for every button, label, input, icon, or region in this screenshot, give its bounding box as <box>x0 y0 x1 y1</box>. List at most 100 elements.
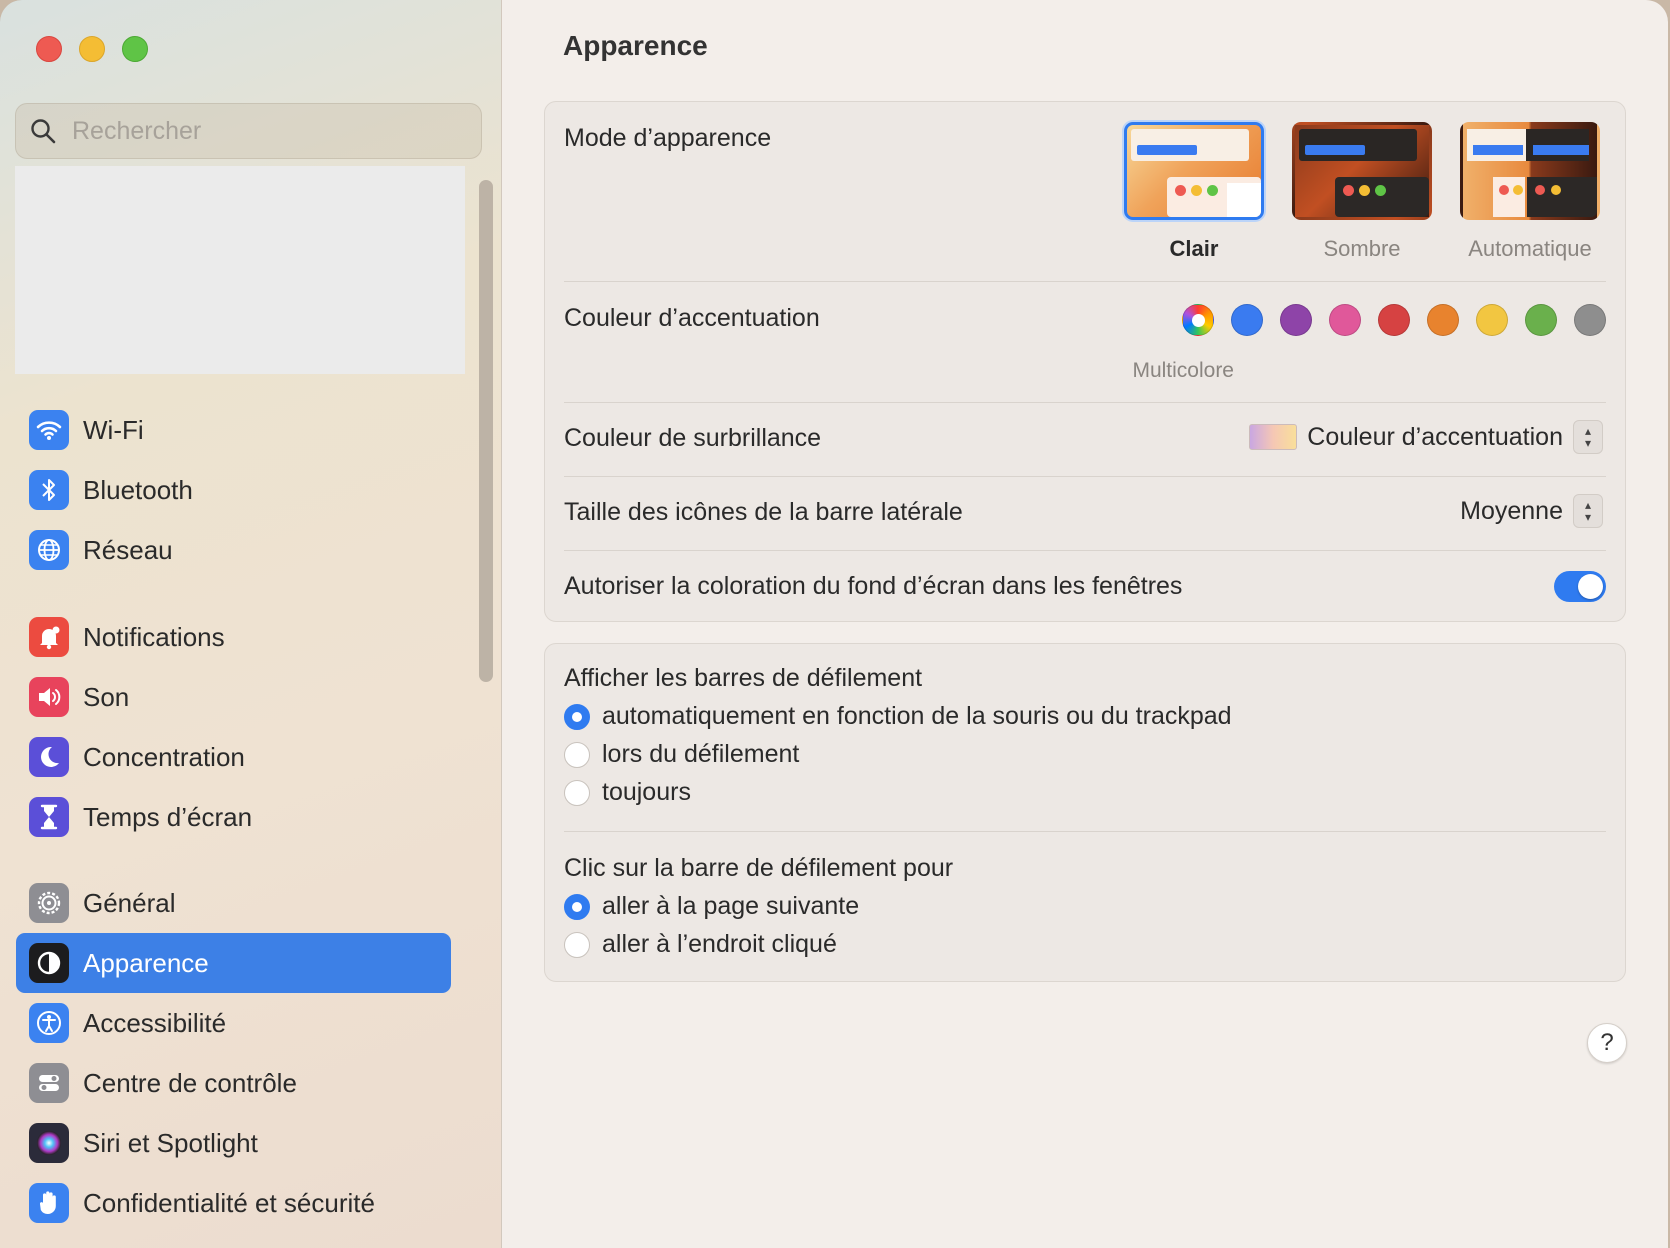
sidebar-item-label: Centre de contrôle <box>83 1067 297 1098</box>
search-field[interactable] <box>15 103 482 159</box>
divider <box>564 831 1606 832</box>
sidebar-icon-size-value: Moyenne <box>1460 496 1563 525</box>
appearance-option-light[interactable]: Clair <box>1121 122 1267 262</box>
radio-label: lors du défilement <box>602 740 800 768</box>
window-controls <box>36 36 148 62</box>
accent-swatch[interactable] <box>1231 304 1263 336</box>
wifi-icon <box>29 410 69 450</box>
radio-label: aller à la page suivante <box>602 892 860 920</box>
hand-icon <box>29 1183 69 1223</box>
radio-label: aller à l’endroit cliqué <box>602 930 837 958</box>
sidebar-item-label: Temps d’écran <box>83 801 253 832</box>
sidebar-item-sound[interactable]: Son <box>16 667 451 727</box>
siri-icon <box>29 1123 69 1163</box>
accent-swatch[interactable] <box>1525 304 1557 336</box>
appearance-mode-label: Mode d’apparence <box>564 124 772 152</box>
page-title: Apparence <box>563 30 708 61</box>
divider <box>564 402 1606 403</box>
sidebar-item-siri-spotlight[interactable]: Siri et Spotlight <box>16 1113 451 1173</box>
sidebar-item-label: Wi-Fi <box>83 414 144 445</box>
sidebar-item-appearance[interactable]: Apparence <box>16 933 451 993</box>
settings-window: Wi-Fi Bluetooth Réseau Notifications <box>0 0 1668 1248</box>
zoom-window-button[interactable] <box>122 36 148 62</box>
radio-button[interactable] <box>564 703 590 730</box>
search-input[interactable] <box>70 115 454 147</box>
sidebar-item-general[interactable]: Général <box>16 873 451 933</box>
radio-scroll-when-scrolling[interactable]: lors du défilement <box>564 740 799 769</box>
account-area[interactable] <box>15 166 465 374</box>
sidebar-item-label: Réseau <box>83 534 173 565</box>
radio-click-spot[interactable]: aller à l’endroit cliqué <box>564 930 837 959</box>
moon-icon <box>29 737 69 777</box>
accent-swatch-multicolor[interactable] <box>1182 304 1214 336</box>
highlight-color-label: Couleur de surbrillance <box>564 424 822 452</box>
sidebar-item-screen-time[interactable]: Temps d’écran <box>16 787 451 847</box>
sidebar-item-privacy-security[interactable]: Confidentialité et sécurité <box>16 1173 451 1233</box>
auto-mode-thumbnail[interactable] <box>1460 122 1600 220</box>
sidebar-item-notifications[interactable]: Notifications <box>16 607 451 667</box>
radio-button[interactable] <box>564 779 590 806</box>
sidebar-item-label: Confidentialité et sécurité <box>83 1187 375 1218</box>
appearance-option-auto[interactable]: Automatique <box>1457 122 1603 262</box>
appearance-option-dark[interactable]: Sombre <box>1289 122 1435 262</box>
scrollbar-settings-group: Afficher les barres de défilement automa… <box>544 643 1626 982</box>
appearance-icon <box>29 943 69 983</box>
content-pane: Apparence Mode d’apparence Clair Sombre … <box>502 0 1668 1248</box>
wallpaper-tinting-toggle[interactable] <box>1554 571 1606 602</box>
sidebar-icon-size-label: Taille des icônes de la barre latérale <box>564 498 963 526</box>
highlight-color-popup[interactable]: Couleur d’accentuation ▴ ▾ <box>1249 420 1603 454</box>
gear-icon <box>29 883 69 923</box>
radio-label: automatiquement en fonction de la souris… <box>602 702 1232 730</box>
radio-click-next-page[interactable]: aller à la page suivante <box>564 892 859 921</box>
radio-scroll-always[interactable]: toujours <box>564 778 691 807</box>
help-button[interactable]: ? <box>1587 1023 1627 1063</box>
accent-swatch[interactable] <box>1378 304 1410 336</box>
radio-button[interactable] <box>564 893 590 920</box>
accent-swatch[interactable] <box>1476 304 1508 336</box>
accessibility-icon <box>29 1003 69 1043</box>
sidebar-item-control-center[interactable]: Centre de contrôle <box>16 1053 451 1113</box>
sidebar-icon-size-popup[interactable]: Moyenne ▴ ▾ <box>1460 494 1603 528</box>
appearance-option-label: Sombre <box>1323 236 1401 261</box>
accent-swatch[interactable] <box>1280 304 1312 336</box>
speaker-icon <box>29 677 69 717</box>
highlight-color-value: Couleur d’accentuation <box>1307 422 1563 451</box>
sidebar-item-bluetooth[interactable]: Bluetooth <box>16 460 451 520</box>
accent-color-row: Couleur d’accentuation Multicolore <box>545 282 1625 402</box>
sidebar-group-network: Wi-Fi Bluetooth Réseau <box>16 400 451 580</box>
minimize-window-button[interactable] <box>79 36 105 62</box>
accent-color-caption: Multicolore <box>1132 359 1234 382</box>
dark-mode-thumbnail[interactable] <box>1292 122 1432 220</box>
sidebar-group-system: Général Apparence Accessibilité Centre d… <box>16 873 451 1233</box>
appearance-option-label: Clair <box>1169 236 1219 261</box>
appearance-settings-group: Mode d’apparence Clair Sombre Automatiqu… <box>544 101 1626 622</box>
light-mode-thumbnail[interactable] <box>1124 122 1264 220</box>
sidebar-item-label: Son <box>83 681 130 712</box>
radio-button[interactable] <box>564 741 590 768</box>
accent-swatch[interactable] <box>1574 304 1606 336</box>
accent-swatch[interactable] <box>1427 304 1459 336</box>
radio-button[interactable] <box>564 931 590 958</box>
chevron-up-down-icon: ▴ ▾ <box>1573 494 1603 528</box>
hourglass-icon <box>29 797 69 837</box>
sidebar: Wi-Fi Bluetooth Réseau Notifications <box>0 0 502 1248</box>
sidebar-item-label: Notifications <box>83 621 225 652</box>
sidebar-item-network[interactable]: Réseau <box>16 520 451 580</box>
sidebar-item-label: Accessibilité <box>83 1007 227 1038</box>
sidebar-item-accessibility[interactable]: Accessibilité <box>16 993 451 1053</box>
accent-swatch[interactable] <box>1329 304 1361 336</box>
sidebar-scrollbar[interactable] <box>479 180 493 682</box>
sidebar-item-label: Bluetooth <box>83 474 193 505</box>
appearance-option-label: Automatique <box>1468 236 1592 261</box>
chevron-up-down-icon: ▴ ▾ <box>1573 420 1603 454</box>
sidebar-item-label: Concentration <box>83 741 245 772</box>
bluetooth-icon <box>29 470 69 510</box>
globe-icon <box>29 530 69 570</box>
close-window-button[interactable] <box>36 36 62 62</box>
radio-label: toujours <box>602 778 691 806</box>
radio-scroll-automatic[interactable]: automatiquement en fonction de la souris… <box>564 702 1232 731</box>
sidebar-item-focus[interactable]: Concentration <box>16 727 451 787</box>
accent-color-swatches <box>1182 304 1606 336</box>
show-scrollbars-label: Afficher les barres de défilement <box>564 664 923 692</box>
sidebar-item-wifi[interactable]: Wi-Fi <box>16 400 451 460</box>
